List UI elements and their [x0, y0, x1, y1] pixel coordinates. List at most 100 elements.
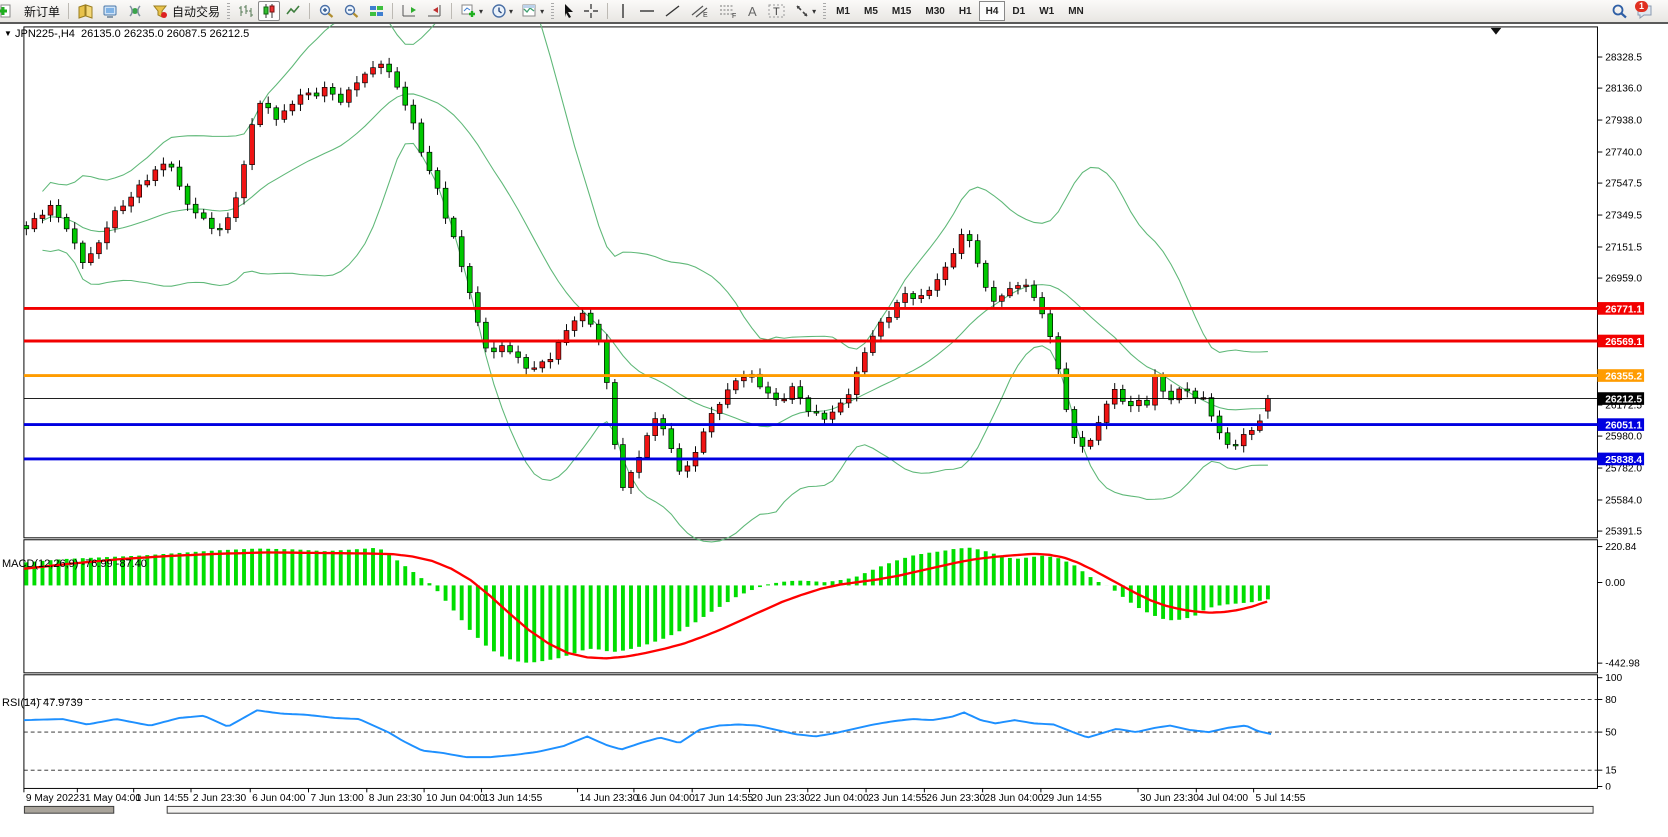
crosshair-button[interactable]	[580, 1, 602, 21]
equidistant-channel-icon: E	[690, 3, 710, 19]
market-watch-button[interactable]	[74, 1, 97, 21]
svg-text:A: A	[748, 4, 757, 19]
notification-badge[interactable]: 1	[1635, 1, 1648, 12]
text-button[interactable]: A	[743, 1, 763, 21]
svg-text:26 Jun 23:30: 26 Jun 23:30	[926, 793, 985, 804]
line-chart-button[interactable]	[282, 1, 304, 21]
timeframe-W1[interactable]: W1	[1032, 1, 1061, 21]
svg-text:4 Jul 04:00: 4 Jul 04:00	[1198, 793, 1248, 804]
svg-text:7 Jun 13:00: 7 Jun 13:00	[310, 793, 364, 804]
vertical-line-icon	[617, 3, 629, 19]
new-order-button[interactable]: 新订单	[18, 1, 63, 21]
svg-text:8 Jun 23:30: 8 Jun 23:30	[369, 793, 423, 804]
candlestick-chart-button[interactable]	[258, 1, 280, 21]
chart-shift-button[interactable]	[423, 1, 446, 21]
zoom-out-icon	[343, 3, 360, 19]
svg-text:-442.98: -442.98	[1605, 659, 1640, 670]
svg-text:T: T	[773, 6, 780, 18]
svg-text:27938.0: 27938.0	[1605, 115, 1642, 126]
dropdown-caret-icon: ▾	[509, 7, 513, 16]
timeframe-H1[interactable]: H1	[952, 1, 979, 21]
dropdown-caret-icon: ▾	[812, 7, 816, 16]
equidistant-channel-button[interactable]: E	[687, 1, 713, 21]
svg-text:10 Jun 04:00: 10 Jun 04:00	[426, 793, 485, 804]
svg-text:17 Jun 14:55: 17 Jun 14:55	[694, 793, 753, 804]
timeframe-M5[interactable]: M5	[857, 1, 885, 21]
separator	[392, 3, 393, 19]
toolbar-grip	[227, 3, 230, 19]
svg-text:14 Jun 23:30: 14 Jun 23:30	[580, 793, 639, 804]
timeframe-M1[interactable]: M1	[829, 1, 857, 21]
auto-scroll-button[interactable]	[398, 1, 421, 21]
search-button[interactable]	[1608, 1, 1631, 21]
svg-text:6 Jun 04:00: 6 Jun 04:00	[252, 793, 306, 804]
fibonacci-button[interactable]: F	[715, 1, 741, 21]
timeframe-MN[interactable]: MN	[1061, 1, 1091, 21]
new-chart-button[interactable]: ▾	[457, 1, 486, 21]
new-order-icon	[0, 3, 13, 19]
chart-shift-icon	[426, 3, 443, 19]
auto-trading-button[interactable]: 自动交易	[149, 1, 223, 21]
separator	[451, 3, 452, 19]
timeframe-M30[interactable]: M30	[918, 1, 951, 21]
toolbar-grip	[551, 3, 554, 19]
cursor-button[interactable]	[558, 1, 578, 21]
svg-text:26959.0: 26959.0	[1605, 273, 1642, 284]
arrows-button[interactable]: ▾	[791, 1, 819, 21]
horizontal-line-icon	[638, 3, 656, 19]
separator	[607, 3, 608, 19]
text-icon: A	[746, 3, 760, 19]
symbol-collapse-icon[interactable]: ▼	[4, 29, 12, 38]
periods-button[interactable]: ▾	[488, 1, 516, 21]
horizontal-line-button[interactable]	[635, 1, 659, 21]
svg-text:E: E	[703, 12, 708, 19]
search-icon	[1611, 3, 1628, 20]
timeframe-D1[interactable]: D1	[1005, 1, 1032, 21]
chat-button[interactable]: 1	[1633, 1, 1658, 21]
bar-chart-button[interactable]	[234, 1, 256, 21]
dropdown-caret-icon: ▾	[540, 7, 544, 16]
zoom-in-button[interactable]	[315, 1, 338, 21]
svg-text:5 Jul 14:55: 5 Jul 14:55	[1256, 793, 1306, 804]
signals-icon	[127, 3, 144, 19]
chart-window[interactable]: 28328.528136.027938.027740.027547.527349…	[0, 24, 1668, 837]
auto-trading-label: 自动交易	[172, 3, 220, 20]
new-chart-icon	[460, 3, 477, 19]
separator	[68, 3, 69, 19]
arrows-icon	[794, 3, 810, 19]
symbol-header: ▼ JPN225-,H4 26135.0 26235.0 26087.5 262…	[4, 28, 249, 40]
templates-icon	[521, 3, 538, 19]
trendline-button[interactable]	[661, 1, 685, 21]
signals-button[interactable]	[124, 1, 147, 21]
timeframe-M15[interactable]: M15	[885, 1, 918, 21]
svg-text:27151.5: 27151.5	[1605, 242, 1642, 253]
svg-text:26569.1: 26569.1	[1605, 337, 1642, 348]
data-window-button[interactable]	[99, 1, 122, 21]
svg-text:25838.4: 25838.4	[1605, 455, 1642, 466]
toolbar-grip	[823, 3, 826, 19]
svg-text:27740.0: 27740.0	[1605, 147, 1642, 158]
svg-text:1 Jun 14:55: 1 Jun 14:55	[136, 793, 190, 804]
zoom-out-button[interactable]	[340, 1, 363, 21]
svg-text:30 Jun 23:30: 30 Jun 23:30	[1140, 793, 1199, 804]
svg-text:100: 100	[1605, 673, 1622, 684]
chart-canvas[interactable]: 28328.528136.027938.027740.027547.527349…	[0, 24, 1668, 837]
svg-text:13 Jun 14:55: 13 Jun 14:55	[483, 793, 542, 804]
tile-windows-icon	[368, 3, 384, 19]
svg-text:20 Jun 23:30: 20 Jun 23:30	[751, 793, 810, 804]
svg-text:220.84: 220.84	[1605, 542, 1636, 553]
svg-text:0.00: 0.00	[1605, 578, 1625, 589]
symbol-name: JPN225-,H4	[15, 28, 75, 40]
bar-chart-icon	[237, 3, 253, 19]
templates-button[interactable]: ▾	[518, 1, 547, 21]
svg-text:25980.0: 25980.0	[1605, 431, 1642, 442]
dropdown-caret-icon: ▾	[479, 7, 483, 16]
new-order-icon-cut[interactable]	[0, 1, 16, 21]
vertical-line-button[interactable]	[613, 1, 633, 21]
line-chart-icon	[285, 3, 301, 19]
cursor-icon	[561, 3, 575, 19]
text-label-button[interactable]: T	[765, 1, 789, 21]
fibonacci-icon: F	[718, 3, 738, 19]
timeframe-H4[interactable]: H4	[979, 1, 1006, 21]
tile-windows-button[interactable]	[365, 1, 387, 21]
